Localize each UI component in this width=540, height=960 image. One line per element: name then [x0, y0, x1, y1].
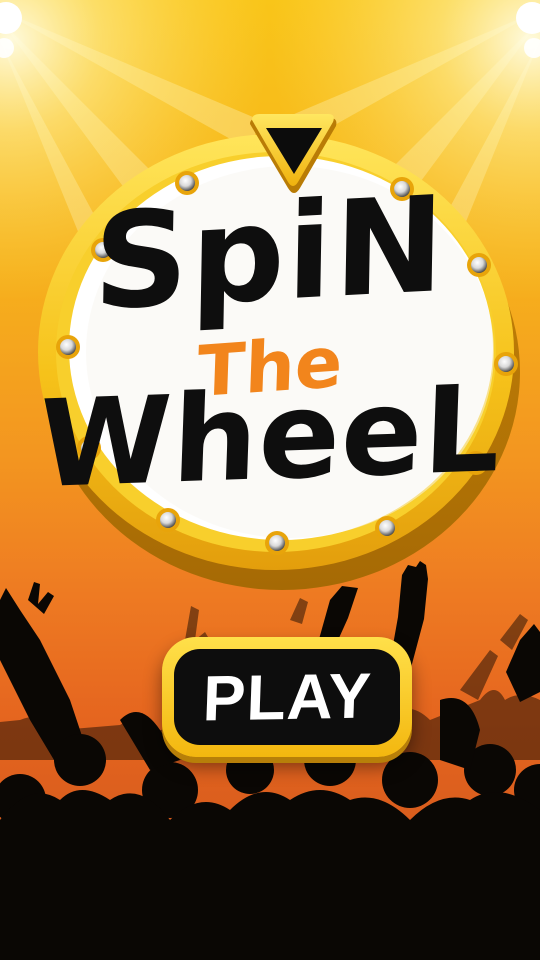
play-button-inner: PLAY — [174, 649, 400, 745]
crowd-front-row — [0, 561, 540, 960]
game-stage: SpiN The WheeL PLAY — [0, 0, 540, 960]
play-button-label: PLAY — [201, 659, 373, 735]
title-wheel: WheeL — [36, 359, 504, 516]
play-button[interactable]: PLAY — [162, 637, 412, 757]
light-bulb-icon — [156, 508, 180, 532]
light-bulb-icon — [375, 516, 399, 540]
